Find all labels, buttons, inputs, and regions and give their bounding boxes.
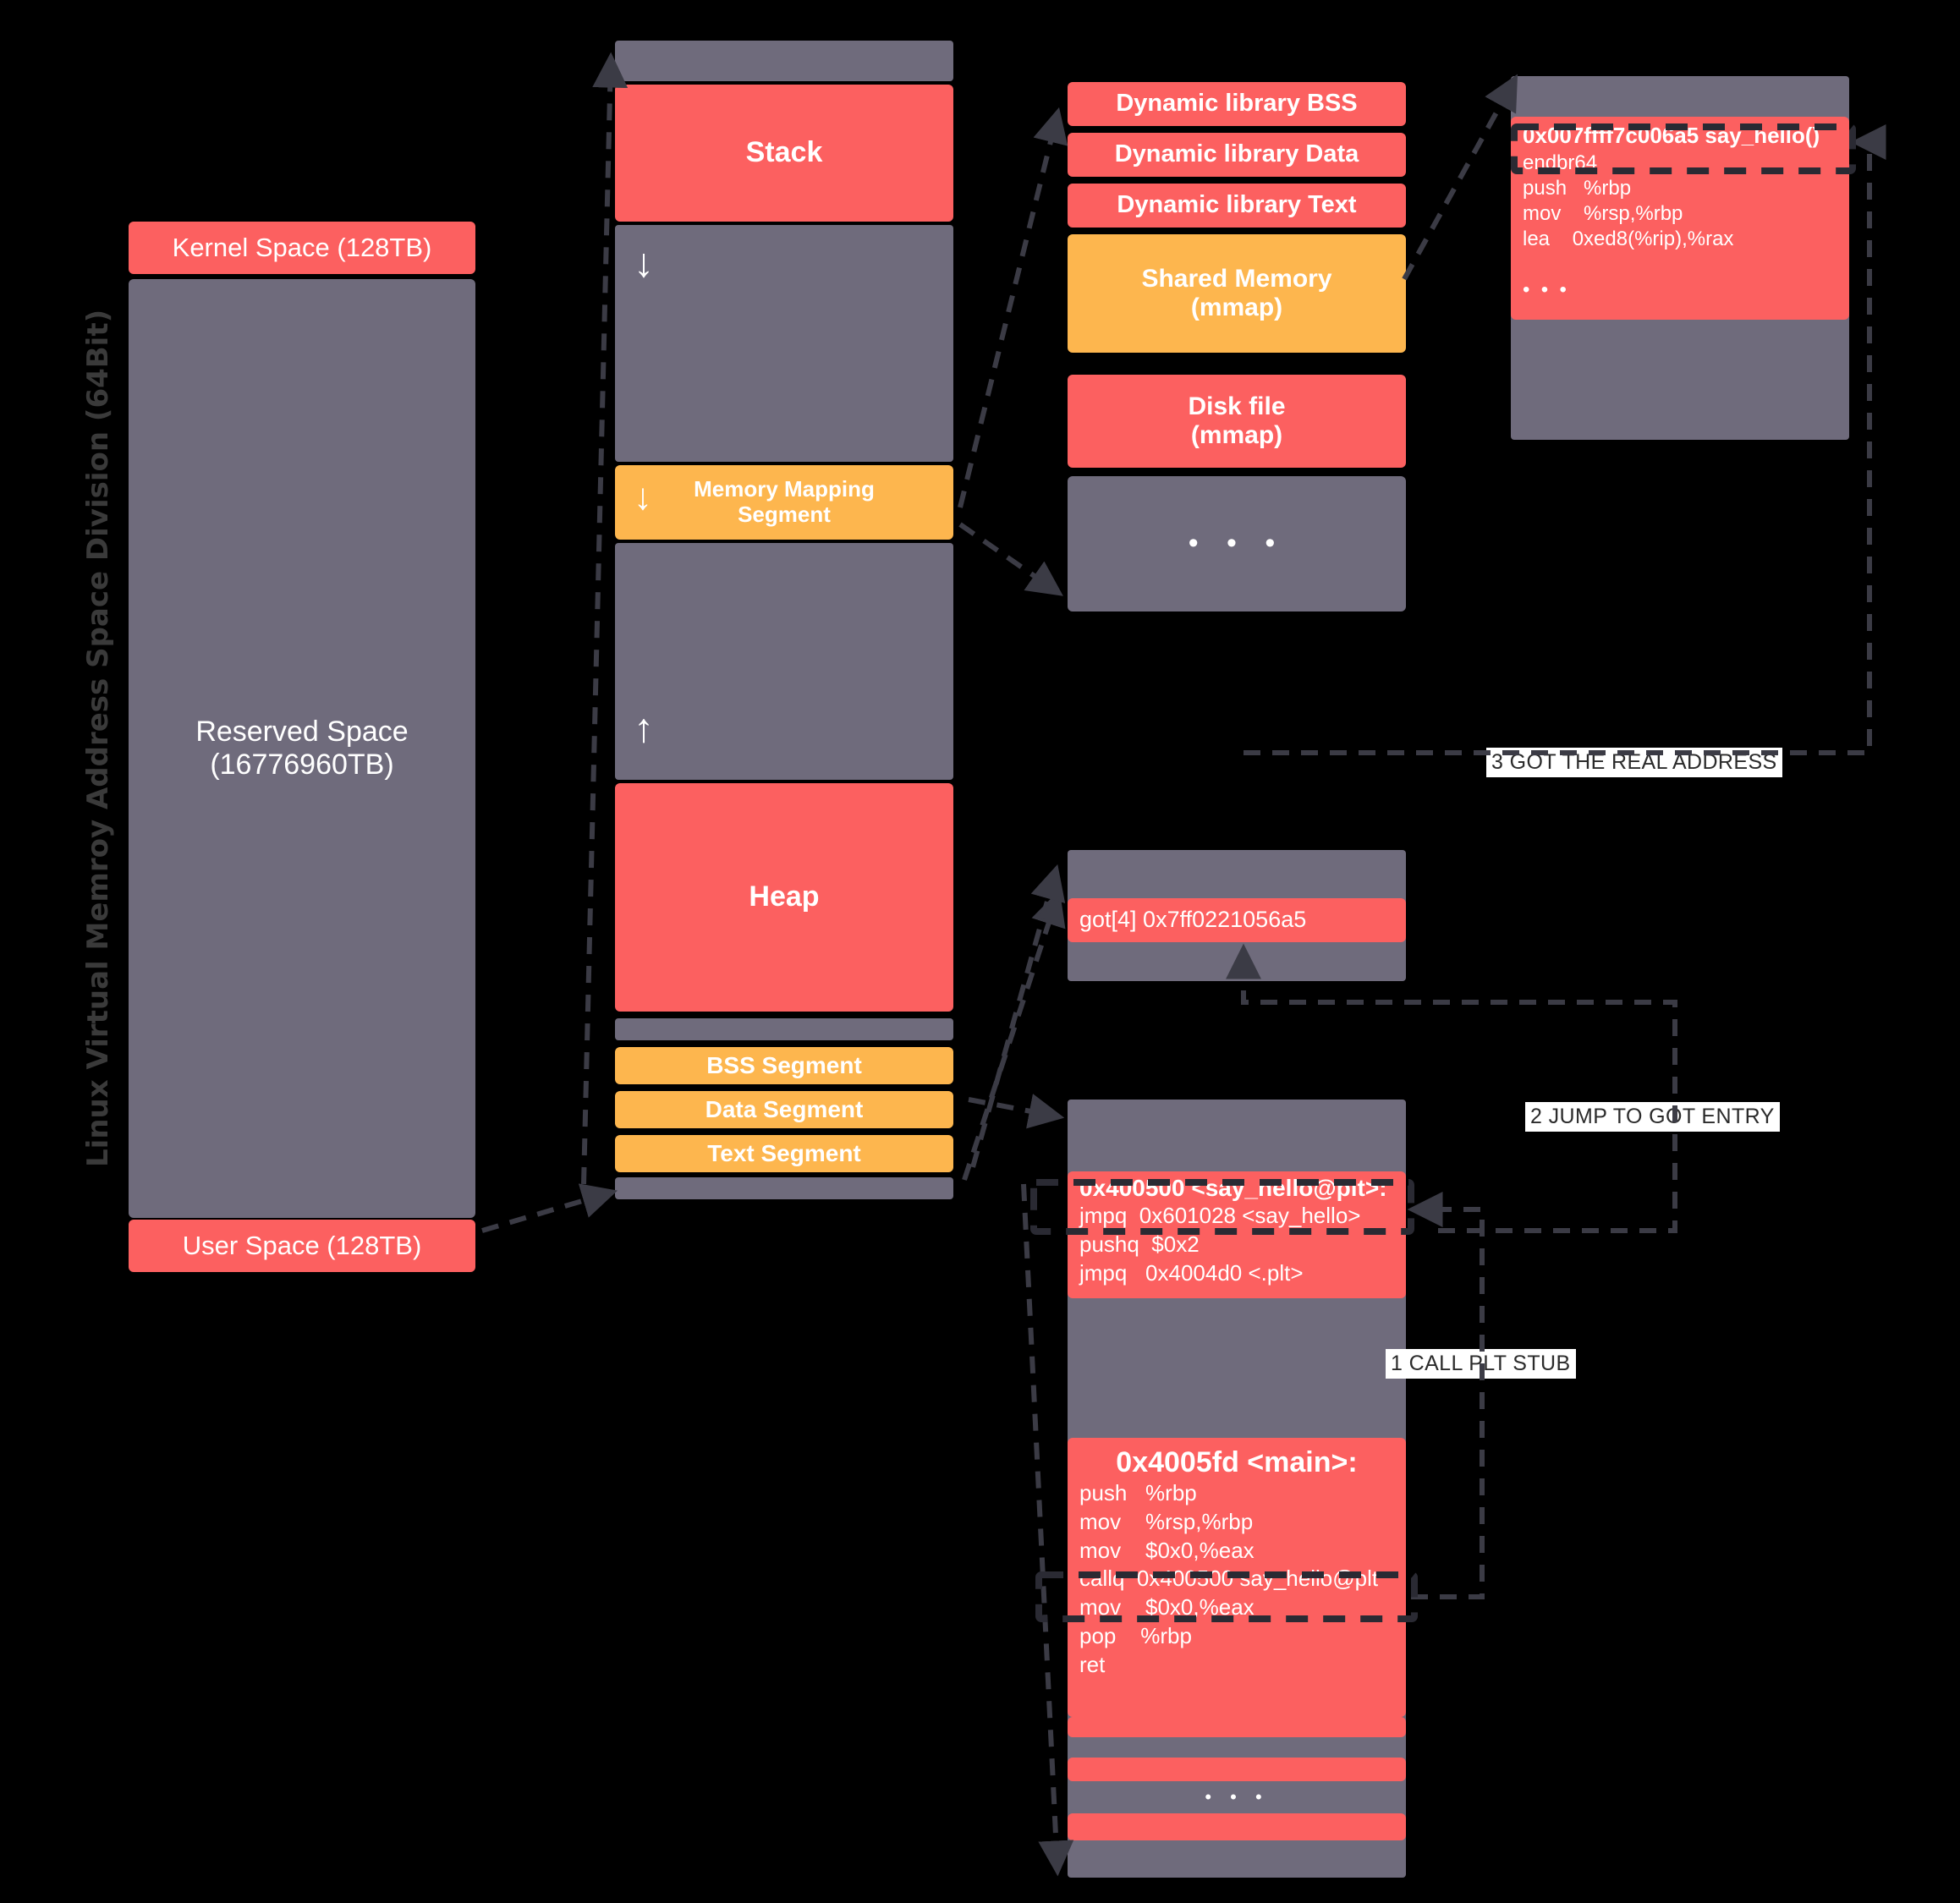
step-1-flow: [1407, 1192, 1485, 1599]
say-hello-highlight: [1511, 123, 1856, 174]
callq-highlight: [1035, 1571, 1418, 1622]
step-2-flow: [1226, 943, 1677, 1233]
flow-step-lines: [1226, 124, 1886, 1599]
callout-lines: [481, 52, 1518, 1877]
diagram-canvas: Linux Virtual Memroy Address Space Divis…: [0, 0, 1960, 1903]
plt-highlight: [1030, 1179, 1414, 1235]
step-3-flow: [1244, 124, 1886, 755]
connector-overlay: [481, 52, 1886, 1877]
highlight-boxes: [1030, 123, 1856, 1622]
